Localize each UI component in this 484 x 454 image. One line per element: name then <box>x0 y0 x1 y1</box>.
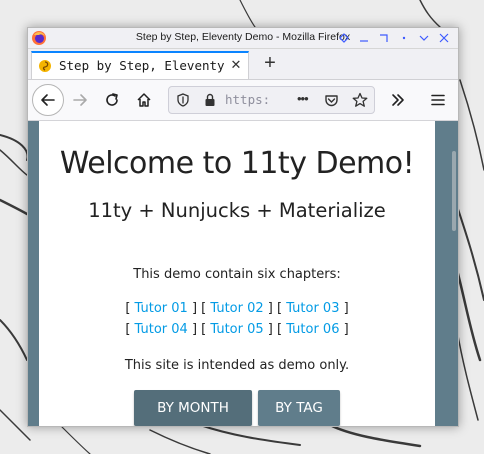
minimize-icon[interactable] <box>354 29 374 47</box>
window-shade-icon[interactable] <box>334 29 354 47</box>
new-tab-icon[interactable]: + <box>259 53 281 75</box>
star-icon[interactable] <box>352 92 368 108</box>
back-button[interactable] <box>32 84 64 116</box>
reload-button[interactable] <box>98 86 126 114</box>
web-content: Welcome to 11ty Demo! 11ty + Nunjucks + … <box>28 121 458 426</box>
tutor-links-row-2: [ Tutor 04 ] [ Tutor 05 ] [ Tutor 06 ] <box>125 322 349 337</box>
back-arrow-icon <box>41 94 55 106</box>
page-scrollbar[interactable] <box>452 151 456 231</box>
tab-bar: Step by Step, Eleventy Demo ✕ + <box>28 49 458 80</box>
window-controls <box>334 29 454 47</box>
page-title: Welcome to 11ty Demo! <box>59 146 415 181</box>
tab-title: Step by Step, Eleventy Demo <box>59 58 227 73</box>
tab-close-icon[interactable]: ✕ <box>229 58 243 72</box>
notice-text: This site is intended as demo only. <box>124 358 350 373</box>
page-subtitle: 11ty + Nunjucks + Materialize <box>88 199 386 222</box>
hamburger-icon <box>431 94 445 106</box>
tutor-link-06[interactable]: Tutor 06 <box>286 322 339 337</box>
archive-buttons: BY MONTH BY TAG <box>39 390 435 426</box>
pocket-icon[interactable] <box>324 93 339 108</box>
tutor-link-03[interactable]: Tutor 03 <box>286 301 339 316</box>
by-tag-button[interactable]: BY TAG <box>258 390 340 426</box>
forward-arrow-icon <box>73 94 87 106</box>
chevron-down-icon[interactable] <box>414 29 434 47</box>
intro-text: This demo contain six chapters: <box>133 267 341 282</box>
menu-button[interactable] <box>424 86 452 114</box>
overflow-button[interactable] <box>384 86 412 114</box>
by-month-button[interactable]: BY MONTH <box>134 390 252 426</box>
eleventy-favicon-icon <box>39 60 51 72</box>
tutor-links-row-1: [ Tutor 01 ] [ Tutor 02 ] [ Tutor 03 ] <box>125 301 349 316</box>
shield-icon[interactable] <box>176 93 190 107</box>
content-card: Welcome to 11ty Demo! 11ty + Nunjucks + … <box>39 121 435 426</box>
url-text: https: <box>225 92 271 107</box>
page-actions-icon[interactable]: ••• <box>297 91 309 106</box>
url-bar[interactable]: https: ••• <box>168 86 375 114</box>
tutor-link-02[interactable]: Tutor 02 <box>210 301 263 316</box>
reload-icon <box>106 93 118 106</box>
browser-window: Step by Step, Eleventy Demo - Mozilla Fi… <box>27 27 459 427</box>
tutor-link-04[interactable]: Tutor 04 <box>135 322 188 337</box>
home-button[interactable] <box>130 86 158 114</box>
tutor-link-05[interactable]: Tutor 05 <box>210 322 263 337</box>
sticky-icon[interactable] <box>394 29 414 47</box>
nav-bar: https: ••• <box>28 80 458 121</box>
home-icon <box>137 93 151 107</box>
tab-active[interactable]: Step by Step, Eleventy Demo ✕ <box>31 51 249 79</box>
close-icon[interactable] <box>434 29 454 47</box>
title-bar: Step by Step, Eleventy Demo - Mozilla Fi… <box>28 28 458 49</box>
lock-icon[interactable] <box>203 93 217 107</box>
maximize-icon[interactable] <box>374 29 394 47</box>
double-chevron-icon <box>392 94 404 106</box>
tutor-link-01[interactable]: Tutor 01 <box>135 301 188 316</box>
forward-button[interactable] <box>66 86 94 114</box>
